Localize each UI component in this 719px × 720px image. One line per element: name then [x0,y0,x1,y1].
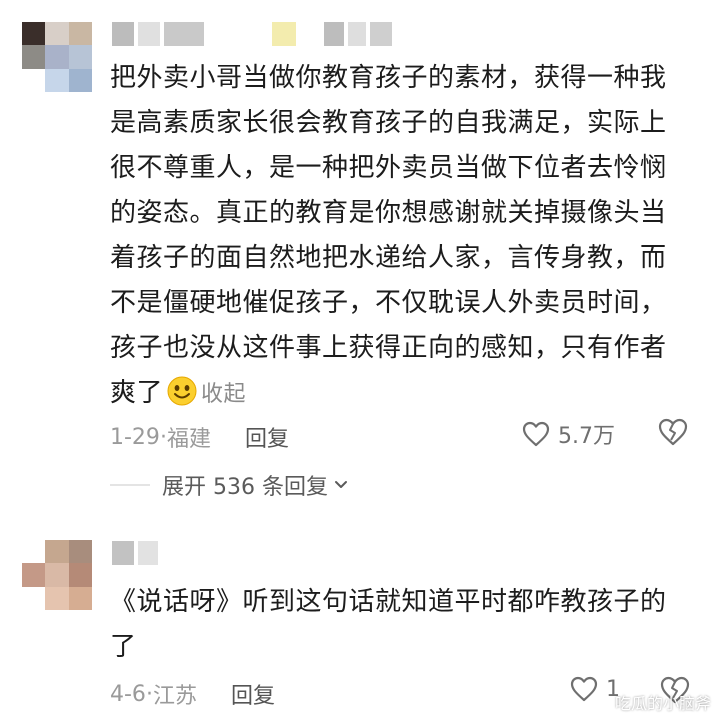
heart-outline-icon [570,676,598,702]
meta-separator: · [159,424,167,450]
chevron-down-icon [334,481,347,488]
comment-body: 把外卖小哥当做你教育孩子的素材，获得一种我是高素质家长很会教育孩子的自我满足，实… [110,63,667,408]
divider [110,484,150,486]
comment-meta: 4-6 · 江苏 回复 [110,678,275,710]
collapse-link[interactable]: 收起 [201,382,246,407]
broken-heart-icon[interactable] [658,418,688,446]
smile-emoji-icon [167,376,197,406]
comment-text: 《说话呀》听到这句话就知道平时都咋教孩子的了 [110,580,690,670]
username-blurred[interactable] [112,541,158,565]
comment-location: 江苏 [152,684,197,709]
avatar[interactable] [22,22,92,92]
like-button[interactable]: 1 [570,676,620,702]
comment-text: 把外卖小哥当做你教育孩子的素材，获得一种我是高素质家长很会教育孩子的自我满足，实… [110,56,690,417]
like-button[interactable]: 5.7万 [522,418,615,450]
comment-meta: 1-29 · 福建 回复 [110,421,289,453]
like-count: 5.7万 [558,424,615,449]
reply-button[interactable]: 回复 [245,421,289,453]
reply-button[interactable]: 回复 [231,678,275,710]
comment-date: 4-6 [110,681,146,707]
comment-location: 福建 [166,427,211,452]
meta-separator: · [145,681,153,707]
comment-date: 1-29 [110,424,160,450]
expand-replies-label: 展开 536 条回复 [162,475,328,500]
heart-outline-icon [522,421,550,447]
username-blurred[interactable] [112,22,392,46]
avatar[interactable] [22,540,92,610]
expand-replies-button[interactable]: 展开 536 条回复 [110,469,350,501]
comment-body: 《说话呀》听到这句话就知道平时都咋教孩子的了 [110,587,667,662]
watermark: 吃瓜的小脑斧 [614,694,711,713]
